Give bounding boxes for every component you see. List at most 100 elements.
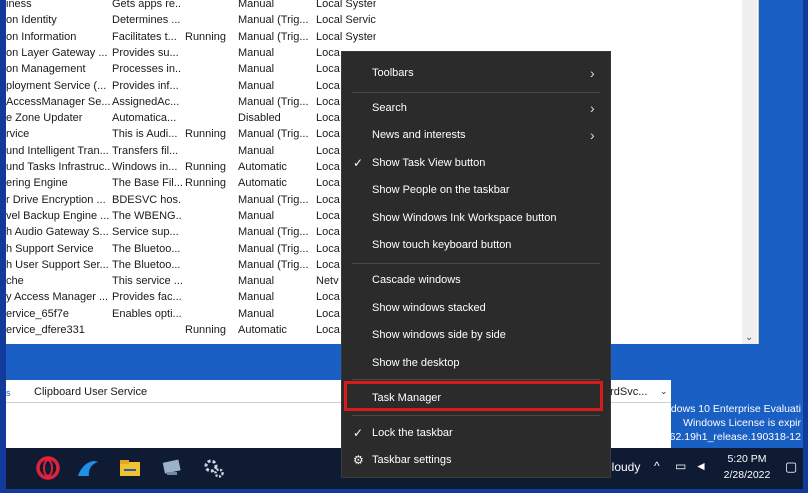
menu-item-label: Show the desktop [372, 357, 460, 369]
menu-separator [352, 415, 600, 416]
service-name: und Tasks Infrastruc... [6, 161, 110, 173]
service-name: rvice [6, 128, 30, 141]
service-name: y Access Manager ... [6, 291, 109, 304]
menu-item-label: News and interests [372, 129, 466, 141]
menu-item-label: Show Task View button [372, 157, 486, 169]
service-row[interactable]: on Information Facilitates t... Running Man… [6, 29, 748, 45]
detail-header-label: Clipboard User Service [34, 386, 148, 398]
clock[interactable]: 5:20 PM 2/28/2022 [717, 451, 777, 483]
menu-item-show-windows-stacked[interactable]: Show windows stacked [342, 296, 610, 320]
service-name: h Support Service [6, 242, 94, 255]
menu-item-show-task-view[interactable]: ✓ Show Task View button [342, 151, 610, 175]
service-name: r Drive Encryption ... [6, 193, 106, 206]
menu-item-show-side-by-side[interactable]: Show windows side by side [342, 323, 610, 347]
watermark-line-3: Build 18362.19h1_release.190318-12 [625, 431, 801, 443]
service-description: Enables opti... [112, 307, 182, 320]
opera-browser-icon[interactable] [36, 456, 60, 480]
menu-item-label: Show touch keyboard button [372, 239, 512, 251]
menu-item-cascade-windows[interactable]: Cascade windows [342, 268, 610, 292]
task-manager-highlight [344, 381, 603, 411]
service-startup-type: Manual [238, 307, 275, 320]
service-startup-type: Automatic [238, 324, 287, 336]
menu-item-label: Taskbar settings [372, 454, 452, 466]
menu-item-label: Toolbars [372, 67, 414, 79]
menu-item-lock-taskbar[interactable]: ✓ Lock the taskbar [342, 421, 610, 445]
service-description: The Bluetoo... [112, 242, 181, 255]
menu-item-show-desktop[interactable]: Show the desktop [342, 351, 610, 375]
network-app-icon[interactable] [160, 456, 184, 480]
chevron-right-icon: › [590, 100, 595, 116]
service-logon-as: Local Service [316, 14, 376, 27]
service-description: Provides inf... [112, 79, 179, 92]
volume-muted-icon[interactable]: ◄ [695, 459, 707, 473]
services-gear-icon[interactable] [202, 456, 226, 480]
clock-date: 2/28/2022 [723, 469, 771, 481]
service-name: on Management [6, 63, 86, 76]
menu-separator [352, 92, 600, 93]
service-startup-type: Manual [238, 63, 275, 76]
service-startup-type: Automatic [238, 177, 287, 190]
menu-item-label: Show windows side by side [372, 329, 506, 341]
service-startup-type: Manual [238, 209, 275, 222]
watermark-line-1: indows 10 Enterprise Evaluati [662, 403, 801, 415]
service-logon-as: Local System [316, 30, 376, 43]
service-status: Running [185, 177, 226, 190]
service-description: Transfers fil... [112, 144, 179, 157]
service-startup-type: Manual [238, 79, 275, 92]
service-startup-type: Manual (Trig... [238, 242, 309, 255]
menu-item-toolbars[interactable]: Toolbars › [342, 61, 610, 85]
notification-center-icon[interactable]: ▢ [785, 459, 797, 475]
clock-time: 5:20 PM [727, 453, 767, 465]
taskbar-context-menu: Toolbars › Search › News and interests ›… [341, 51, 611, 478]
service-description: Provides su... [112, 46, 179, 59]
menu-item-taskbar-settings[interactable]: ⚙ Taskbar settings [342, 448, 610, 472]
service-row[interactable]: iness Gets apps re... Manual Local System [6, 0, 748, 12]
desktop: iness Gets apps re... Manual Local System on… [6, 0, 803, 489]
service-startup-type: Manual [238, 0, 275, 10]
service-name: on Identity [6, 14, 57, 27]
scroll-down-icon[interactable]: ⌄ [745, 332, 753, 343]
service-description: Processes in... [112, 63, 182, 76]
service-description: This is Audi... [112, 128, 178, 141]
detail-side-mark: s [6, 388, 11, 398]
service-startup-type: Disabled [238, 112, 281, 125]
menu-item-show-people[interactable]: Show People on the taskbar [342, 178, 610, 202]
service-description: Windows in... [112, 161, 178, 173]
file-explorer-icon[interactable] [118, 456, 142, 480]
service-startup-type: Manual (Trig... [238, 14, 309, 27]
service-name: AccessManager Se... [6, 95, 110, 108]
service-name: vel Backup Engine ... [6, 209, 110, 222]
chevron-right-icon: › [590, 65, 595, 81]
menu-item-label: Search [372, 102, 407, 114]
edge-browser-icon[interactable] [76, 456, 100, 480]
service-name: h User Support Ser... [6, 258, 109, 271]
service-name: on Layer Gateway ... [6, 46, 108, 59]
service-status: Running [185, 128, 226, 141]
service-status: Running [185, 161, 226, 173]
service-startup-type: Manual (Trig... [238, 128, 309, 141]
service-name: che [6, 275, 24, 288]
service-row[interactable]: on Identity Determines ... Manual (Trig...… [6, 12, 748, 28]
vertical-scrollbar[interactable]: ⌄ [742, 0, 757, 344]
service-name: iness [6, 0, 32, 10]
service-description: Provides fac... [112, 291, 182, 304]
menu-item-label: Show People on the taskbar [372, 184, 510, 196]
service-description: Automatica... [112, 112, 177, 125]
menu-item-search[interactable]: Search › [342, 96, 610, 120]
service-description: BDESVC hos... [112, 193, 182, 206]
menu-item-show-touch-keyboard[interactable]: Show touch keyboard button [342, 233, 610, 257]
service-description: This service ... [112, 275, 182, 288]
service-name: ployment Service (... [6, 79, 107, 92]
menu-item-news-and-interests[interactable]: News and interests › [342, 123, 610, 147]
chevron-down-icon[interactable]: ⌄ [660, 386, 668, 397]
service-startup-type: Manual [238, 144, 275, 157]
service-name: ervice_65f7e [6, 307, 69, 320]
service-description: The Base Fil... [112, 177, 182, 190]
menu-item-label: Cascade windows [372, 274, 461, 286]
service-startup-type: Manual [238, 291, 275, 304]
show-hidden-icons-icon[interactable]: ^ [654, 459, 660, 473]
menu-item-show-ink-workspace[interactable]: Show Windows Ink Workspace button [342, 206, 610, 230]
service-startup-type: Manual (Trig... [238, 258, 309, 271]
service-name: h Audio Gateway S... [6, 226, 109, 239]
network-icon[interactable]: ▭ [675, 459, 686, 473]
